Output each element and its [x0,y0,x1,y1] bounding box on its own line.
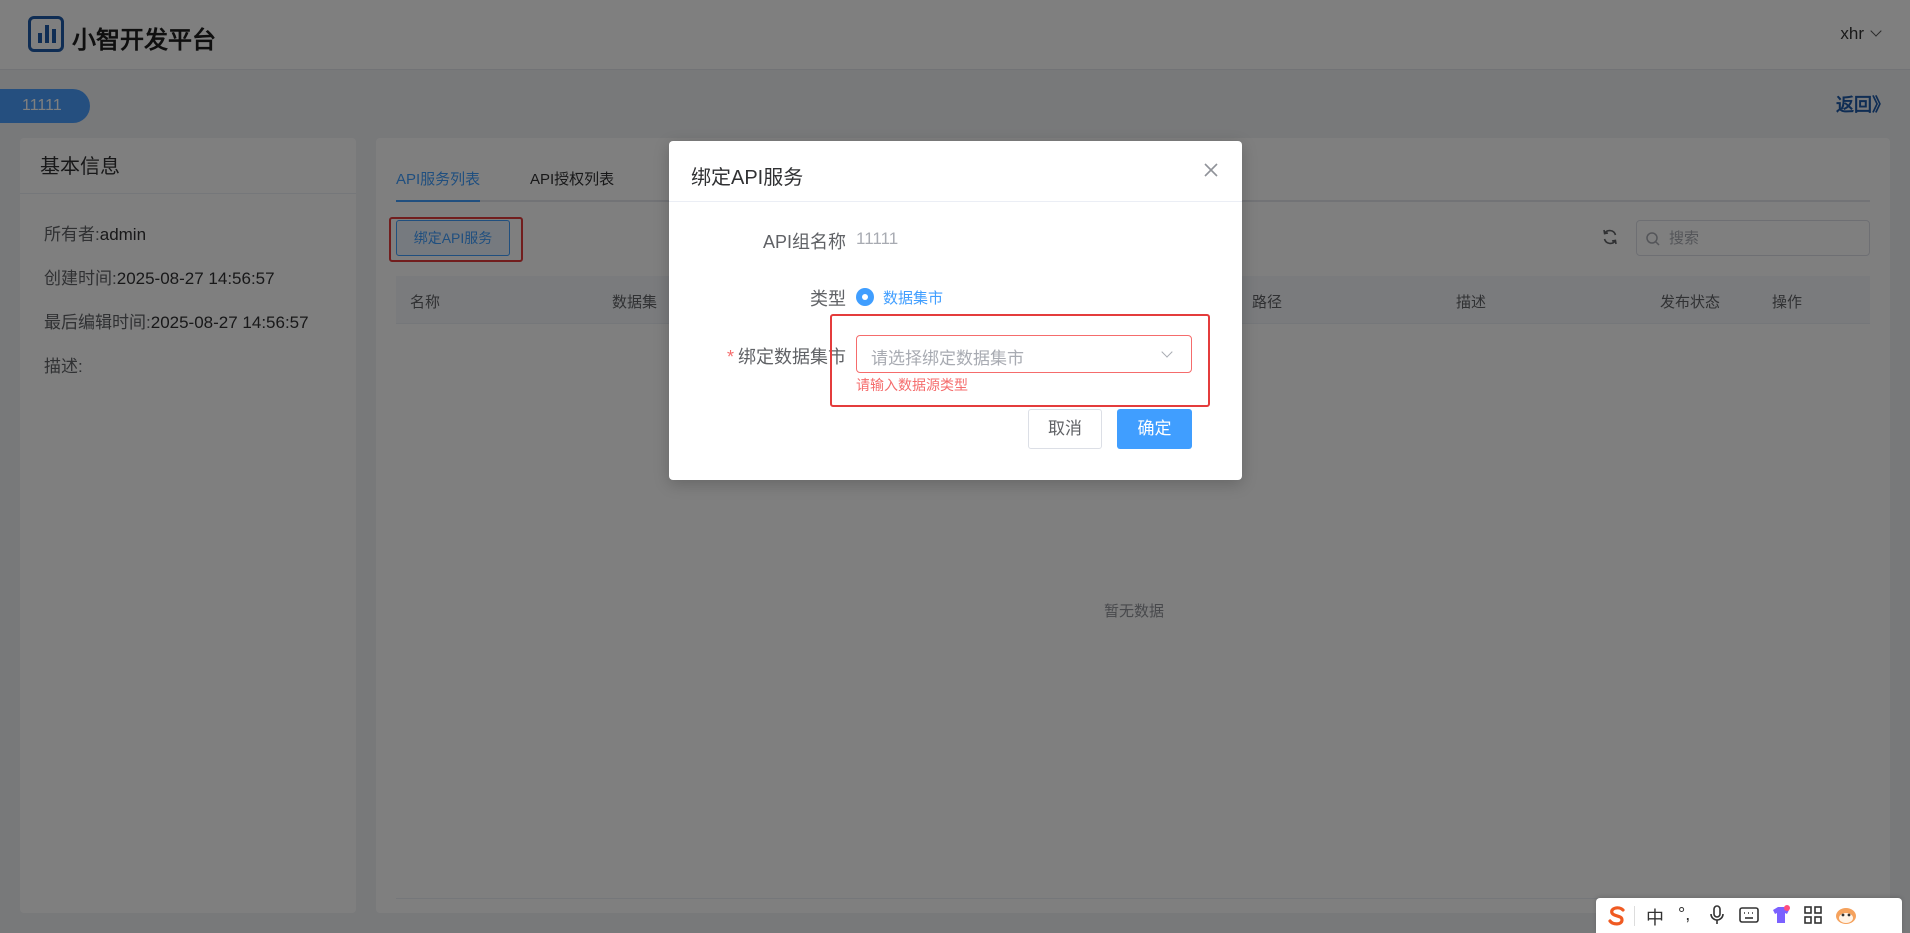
mascot-icon[interactable] [1834,904,1858,926]
ime-punctuation-mode[interactable]: °, [1678,904,1690,926]
ime-divider [1634,906,1635,926]
ime-toolbar: 中 °, [1596,898,1902,933]
sogou-logo-icon[interactable] [1606,905,1628,927]
group-name-label: API组名称 [762,232,846,252]
confirm-button[interactable]: 确定 [1117,409,1192,449]
market-field-label: * 绑定数据集市 [727,343,846,369]
highlight-box [830,314,1210,407]
required-mark: * [726,347,734,367]
type-radio-data-market[interactable] [856,288,874,306]
keyboard-icon[interactable] [1738,904,1760,926]
ime-chinese-mode[interactable]: 中 [1646,904,1664,928]
skin-shirt-icon[interactable] [1770,904,1792,926]
cancel-button[interactable]: 取消 [1028,409,1102,449]
group-name-value: 11111 [856,229,899,248]
bind-api-dialog: 绑定API服务 API组名称 11111 类型 数据集市 * 绑定数据集市 请选择… [669,141,1242,480]
microphone-icon[interactable] [1708,904,1726,926]
dialog-title: 绑定API服务 [691,167,804,189]
dialog-divider [669,201,1242,202]
type-label: 类型 [810,289,846,309]
close-icon[interactable] [1202,161,1220,179]
type-radio-label[interactable]: 数据集市 [883,287,943,308]
grid-apps-icon[interactable] [1802,904,1824,926]
